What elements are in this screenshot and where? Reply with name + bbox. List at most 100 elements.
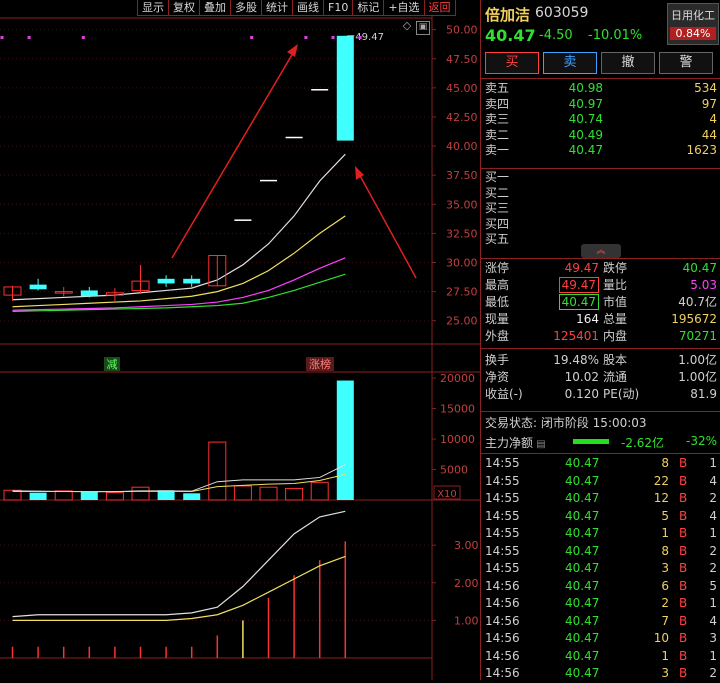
ask-row[interactable]: 卖四 40.97 97 <box>481 97 720 113</box>
stat-label: 最低 <box>485 295 510 309</box>
tick-direction: B <box>679 613 688 628</box>
signal-dot <box>250 36 254 39</box>
stat-row: 最低 40.47 市值 40.7亿 <box>481 294 720 311</box>
collapse-orderbook-icon[interactable]: ︽ <box>581 244 621 258</box>
bid-row[interactable]: 买三 <box>481 201 720 217</box>
tick-volume: 8 <box>661 543 669 558</box>
tick-price: 40.47 <box>565 613 600 628</box>
toolbar-overlay-button[interactable]: 叠加 <box>199 0 231 16</box>
indicator-line-1 <box>12 510 346 618</box>
stat-value: 125401 <box>553 329 599 343</box>
tick-count: 4 <box>709 613 717 628</box>
alert-button[interactable]: 警 <box>659 52 713 74</box>
kline-chart-area[interactable]: 50.00 47.50 45.00 42.50 40.00 37.50 35.00 32.50… <box>0 0 480 680</box>
tick-list[interactable]: 14:55 40.47 8 B 1 14:55 40.47 22 B 4 14:55 40.47 12 B… <box>481 455 720 683</box>
toolbar-add-watchlist-button[interactable]: +自选 <box>383 0 425 16</box>
tick-volume: 8 <box>661 456 669 470</box>
order-volume: 4 <box>709 112 717 126</box>
signal-dot <box>0 36 4 39</box>
order-level-label: 卖四 <box>485 96 510 111</box>
tick-count: 1 <box>709 526 717 540</box>
stat-row: 最高 49.47 量比 5.03 <box>481 277 720 294</box>
tick-price: 40.47 <box>565 456 600 470</box>
order-price: 40.97 <box>568 96 603 111</box>
ask-row[interactable]: 卖二 40.49 44 <box>481 128 720 144</box>
sell-button[interactable]: 卖 <box>543 52 597 74</box>
indicator-tick-label: 1.00 <box>454 614 479 627</box>
order-volume: 97 <box>701 96 717 111</box>
diamond-icon[interactable]: ◇ <box>401 20 413 32</box>
stat-row: 涨停 49.47 跌停 40.47 <box>481 260 720 277</box>
ask-row[interactable]: 卖三 40.74 4 <box>481 112 720 128</box>
sector-pct: 0.84% <box>670 27 716 40</box>
ma5-line <box>12 153 346 301</box>
ask-row[interactable]: 卖一 40.47 1623 <box>481 143 720 159</box>
stat-label: 外盘 <box>485 329 510 343</box>
toolbar-stats-button[interactable]: 统计 <box>261 0 293 16</box>
tick-count: 4 <box>709 473 717 488</box>
chart-toolbar: 显示 复权 叠加 多股 统计 画线 F10 标记 +自选 返回 <box>137 0 456 16</box>
price-tick-label: 27.50 <box>446 286 478 299</box>
kline-chart-svg[interactable]: 50.00 47.50 45.00 42.50 40.00 37.50 35.00 32.50… <box>0 0 480 680</box>
volume-bar <box>183 493 201 500</box>
order-level-label: 卖三 <box>485 112 510 126</box>
ask-row[interactable]: 卖五 40.98 534 <box>481 81 720 97</box>
tick-price: 40.47 <box>565 631 600 645</box>
toolbar-draw-button[interactable]: 画线 <box>292 0 324 16</box>
price-tick-label: 32.50 <box>446 227 478 240</box>
divider <box>481 348 720 349</box>
volume-unit-label: X10 <box>437 489 457 500</box>
stat-value: 19.48% <box>553 353 599 367</box>
tick-time: 14:55 <box>485 561 520 575</box>
stat-label: 涨停 <box>485 261 510 275</box>
candle-body <box>183 278 201 284</box>
signal-dot <box>27 36 31 39</box>
candle-body <box>285 136 303 139</box>
buy-button[interactable]: 买 <box>485 52 539 74</box>
quote-stats: 涨停 49.47 跌停 40.47 最高 49.47 量比 5.03 最低 40.47 市值 40.7… <box>481 260 720 345</box>
bid-row[interactable]: 买四 <box>481 217 720 233</box>
ask-book: 卖五 40.98 534 卖四 40.97 97 卖三 40.74 4 卖二 40.49 44 卖一 40… <box>481 81 720 159</box>
order-level-label: 买二 <box>485 185 510 200</box>
sector-badge[interactable]: 日用化工 0.84% <box>667 3 719 45</box>
stat-row: 净资 10.02 流通 1.00亿 <box>481 369 720 386</box>
toolbar-display-button[interactable]: 显示 <box>137 0 169 16</box>
volume-tick-label: 5000 <box>440 464 468 477</box>
signal-dot <box>304 36 308 39</box>
flow-toggle-icon[interactable]: ▤ <box>533 439 545 450</box>
order-volume: 534 <box>694 81 717 95</box>
stat-label: 股本 <box>603 353 628 367</box>
settings-box-icon[interactable]: ▣ <box>416 21 430 35</box>
tick-direction: B <box>679 456 688 470</box>
stat-value: 40.47 <box>682 261 717 275</box>
tick-volume: 5 <box>661 508 669 523</box>
divider <box>481 258 720 259</box>
tick-price: 40.47 <box>565 491 600 505</box>
tick-volume: 1 <box>661 648 669 663</box>
bid-row[interactable]: 买二 <box>481 186 720 202</box>
toolbar-mark-button[interactable]: 标记 <box>352 0 385 16</box>
stock-name: 倍加洁 <box>485 6 531 24</box>
tick-volume: 3 <box>661 561 669 575</box>
cancel-order-button[interactable]: 撤 <box>601 52 655 74</box>
toolbar-adjust-button[interactable]: 复权 <box>168 0 200 16</box>
toolbar-back-button[interactable]: 返回 <box>423 0 456 16</box>
tick-time: 14:56 <box>485 631 520 645</box>
toolbar-multi-stock-button[interactable]: 多股 <box>230 0 262 16</box>
tick-direction: B <box>679 508 688 523</box>
main-capital-flow: 主力净额 ▤ -2.62亿 -32% <box>485 434 717 451</box>
divider <box>481 78 720 79</box>
stat-value: 49.47 <box>558 277 599 294</box>
sector-name: 日用化工 <box>671 9 715 22</box>
toolbar-f10-button[interactable]: F10 <box>323 0 354 16</box>
tick-volume: 7 <box>661 613 669 628</box>
volume-bar <box>131 486 150 501</box>
price-tick-label: 30.00 <box>446 257 478 270</box>
tick-volume: 6 <box>661 578 669 593</box>
stat-value: 40.47 <box>558 294 599 311</box>
tick-volume: 12 <box>653 491 669 505</box>
bid-row[interactable]: 买一 <box>481 170 720 186</box>
tick-price: 40.47 <box>565 561 600 575</box>
price-tick-label: 25.00 <box>446 315 478 328</box>
tick-volume: 2 <box>661 596 669 610</box>
